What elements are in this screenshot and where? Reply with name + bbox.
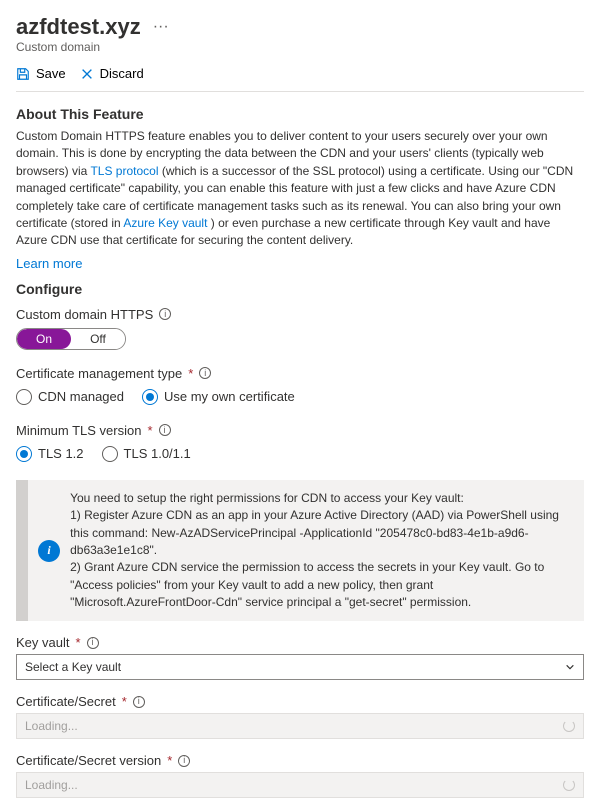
cert-version-placeholder: Loading... [25,778,78,792]
radio-circle-icon [102,446,118,462]
cert-version-label-row: Certificate/Secret version * i [16,753,584,768]
radio-tls-10-11-label: TLS 1.0/1.1 [124,446,191,461]
radio-use-own-certificate-label: Use my own certificate [164,389,295,404]
callout-icon-col: i [28,480,70,622]
radio-circle-icon [142,389,158,405]
chevron-down-icon [565,662,575,672]
info-icon[interactable]: i [159,424,171,436]
info-icon[interactable]: i [178,755,190,767]
info-badge-icon: i [38,540,60,562]
info-icon[interactable]: i [133,696,145,708]
required-marker: * [188,366,193,381]
key-vault-label-row: Key vault * i [16,635,584,650]
discard-button[interactable]: Discard [80,66,144,81]
radio-tls-12-label: TLS 1.2 [38,446,84,461]
loading-spinner-icon [563,720,575,732]
page-subtitle: Custom domain [16,40,584,54]
loading-spinner-icon [563,779,575,791]
about-body: Custom Domain HTTPS feature enables you … [16,128,584,250]
command-bar: Save Discard [16,66,584,81]
save-button[interactable]: Save [16,66,66,81]
cert-management-type-label: Certificate management type [16,366,182,381]
learn-more-link[interactable]: Learn more [16,256,82,271]
cert-secret-label: Certificate/Secret [16,694,116,709]
min-tls-version-group: TLS 1.2 TLS 1.0/1.1 [16,446,584,462]
radio-tls-12[interactable]: TLS 1.2 [16,446,84,462]
callout-line-2: 2) Grant Azure CDN service the permissio… [70,559,572,611]
cert-secret-label-row: Certificate/Secret * i [16,694,584,709]
about-heading: About This Feature [16,106,584,122]
cert-version-select: Loading... [16,772,584,798]
cert-secret-select: Loading... [16,713,584,739]
radio-circle-icon [16,446,32,462]
key-vault-permissions-callout: i You need to setup the right permission… [16,480,584,622]
custom-domain-https-toggle[interactable]: On Off [16,328,126,350]
save-label: Save [36,66,66,81]
callout-line-0: You need to setup the right permissions … [70,490,572,507]
tls-protocol-link[interactable]: TLS protocol [90,164,158,178]
more-options-button[interactable]: ··· [149,19,173,35]
custom-domain-https-label-row: Custom domain HTTPS i [16,307,584,322]
min-tls-version-label-row: Minimum TLS version * i [16,423,584,438]
required-marker: * [167,753,172,768]
info-icon[interactable]: i [159,308,171,320]
callout-message: You need to setup the right permissions … [70,480,584,622]
info-icon[interactable]: i [199,367,211,379]
save-icon [16,67,30,81]
min-tls-version-label: Minimum TLS version [16,423,141,438]
callout-line-1: 1) Register Azure CDN as an app in your … [70,507,572,559]
cert-secret-placeholder: Loading... [25,719,78,733]
key-vault-label: Key vault [16,635,69,650]
toggle-off[interactable]: Off [71,329,125,349]
configure-heading: Configure [16,281,584,297]
page-title: azfdtest.xyz [16,14,141,40]
radio-tls-10-11[interactable]: TLS 1.0/1.1 [102,446,191,462]
cert-version-label: Certificate/Secret version [16,753,161,768]
radio-circle-icon [16,389,32,405]
info-icon[interactable]: i [87,637,99,649]
radio-cdn-managed-label: CDN managed [38,389,124,404]
required-marker: * [147,423,152,438]
discard-icon [80,67,94,81]
radio-use-own-certificate[interactable]: Use my own certificate [142,389,295,405]
toggle-on[interactable]: On [17,329,71,349]
key-vault-select-placeholder: Select a Key vault [25,660,121,674]
separator [16,91,584,92]
callout-stripe [16,480,28,622]
custom-domain-https-label: Custom domain HTTPS [16,307,153,322]
required-marker: * [75,635,80,650]
cert-management-type-group: CDN managed Use my own certificate [16,389,584,405]
discard-label: Discard [100,66,144,81]
azure-key-vault-link[interactable]: Azure Key vault [123,216,207,230]
cert-management-type-label-row: Certificate management type * i [16,366,584,381]
required-marker: * [122,694,127,709]
key-vault-select[interactable]: Select a Key vault [16,654,584,680]
radio-cdn-managed[interactable]: CDN managed [16,389,124,405]
